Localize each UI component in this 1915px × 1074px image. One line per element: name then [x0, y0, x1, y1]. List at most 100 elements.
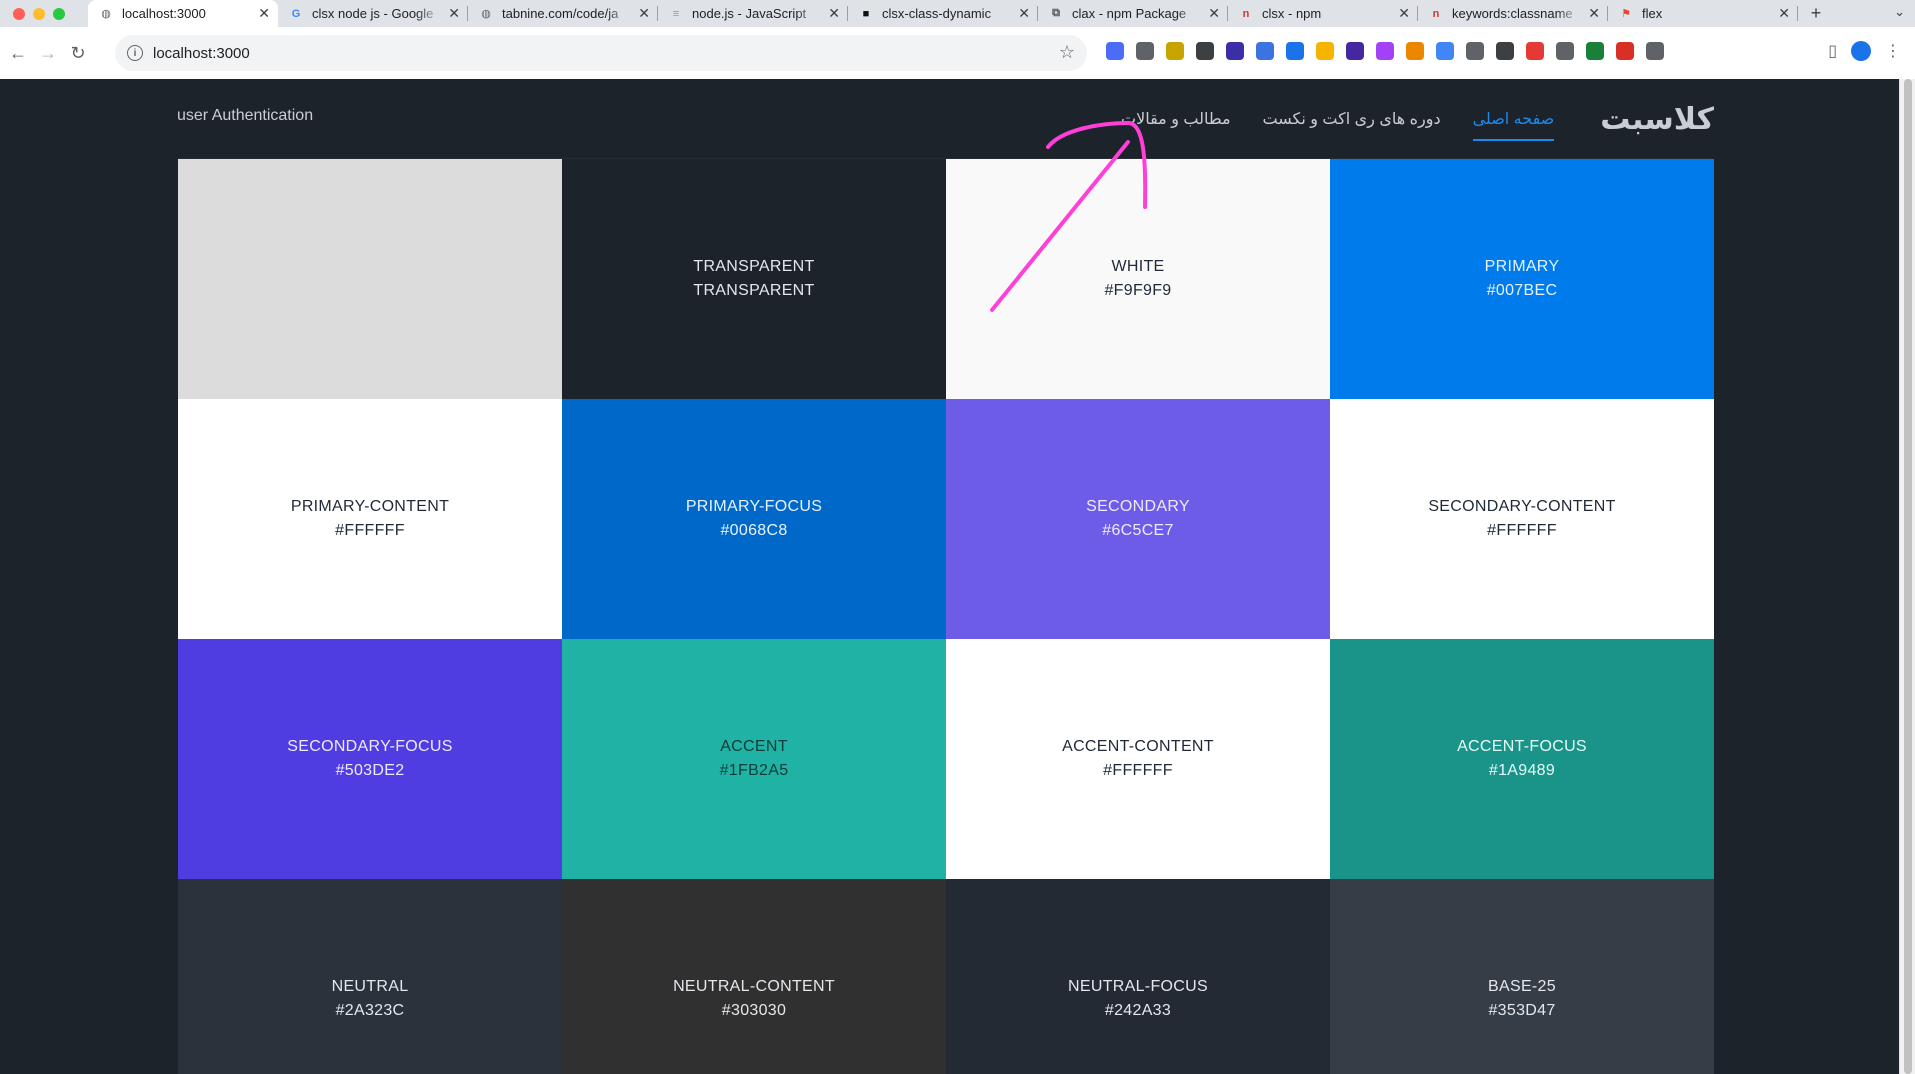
browser-tab[interactable]: n keywords:classname ✕: [1418, 0, 1608, 27]
stackoverflow-icon: ≡: [672, 7, 680, 20]
color-swatch: ACCENT #1FB2A5: [562, 639, 946, 879]
color-swatch: NEUTRAL-CONTENT #303030: [562, 879, 946, 1074]
browser-tab[interactable]: n clsx - npm ✕: [1228, 0, 1418, 27]
browser-tab[interactable]: ≡ node.js - JavaScript ✕: [658, 0, 848, 27]
user-authentication-link[interactable]: user Authentication: [177, 107, 313, 125]
site-logo[interactable]: کلاسبت: [1600, 102, 1715, 137]
extension-icon[interactable]: [1136, 42, 1154, 60]
extension-icon[interactable]: [1526, 42, 1544, 60]
color-swatch: NEUTRAL #2A323C: [178, 879, 562, 1074]
browser-toolbar: ← → ↻ i localhost:3000 ☆ ▯ ⋮: [0, 27, 1915, 79]
color-swatch: WHITE #F9F9F9: [946, 159, 1330, 399]
tab-close-icon[interactable]: ✕: [1208, 5, 1220, 22]
tab-close-icon[interactable]: ✕: [1778, 5, 1790, 22]
browser-tab[interactable]: ■ clsx-class-dynamic ✕: [848, 0, 1038, 27]
reload-icon[interactable]: ↻: [64, 39, 92, 67]
browser-tab[interactable]: ⧉ clax - npm Package ✕: [1038, 0, 1228, 27]
color-swatch: BASE-25 #353D47: [1330, 879, 1714, 1074]
site-info-icon[interactable]: i: [127, 45, 143, 61]
flag-icon: ⚑: [1621, 8, 1631, 20]
color-swatch: SECONDARY-CONTENT #FFFFFF: [1330, 399, 1714, 639]
extension-icon[interactable]: [1346, 42, 1364, 60]
swatch-hex: #503DE2: [335, 762, 405, 779]
scrollbar-thumb[interactable]: [1904, 79, 1912, 1074]
address-bar[interactable]: i localhost:3000 ☆: [115, 35, 1087, 71]
tab-title: tabnine.com/code/ja: [502, 6, 619, 21]
extension-icon[interactable]: [1286, 42, 1304, 60]
browser-tab-strip: ◍ localhost:3000 ✕ Gclsx node js - Google ✕ ◍…: [0, 0, 1915, 27]
extension-icon[interactable]: [1316, 42, 1334, 60]
color-swatch: PRIMARY-CONTENT #FFFFFF: [178, 399, 562, 639]
forward-arrow-icon[interactable]: →: [34, 39, 62, 67]
swatch-name: NEUTRAL-CONTENT: [673, 978, 835, 995]
site-header: user Authentication کلاسبت صفحه اصلی دور…: [177, 79, 1715, 159]
tab-close-icon[interactable]: ✕: [828, 5, 840, 22]
swatch-name: NEUTRAL-FOCUS: [1068, 978, 1208, 995]
swatch-hex: #353D47: [1488, 1002, 1556, 1019]
tab-close-icon[interactable]: ✕: [1018, 5, 1030, 22]
page-viewport: user Authentication کلاسبت صفحه اصلی دور…: [0, 79, 1899, 1074]
extension-icon[interactable]: [1196, 42, 1214, 60]
new-tab-button[interactable]: +: [1798, 0, 1834, 27]
npm-icon: n: [1432, 7, 1440, 20]
swatch-hex: #FFFFFF: [1487, 522, 1557, 539]
browser-tab[interactable]: Gclsx node js - Google ✕: [278, 0, 468, 27]
minimize-window-button[interactable]: [33, 7, 45, 20]
tab-close-icon[interactable]: ✕: [258, 5, 270, 22]
browser-tab[interactable]: ◍ tabnine.com/code/ja ✕: [468, 0, 658, 27]
bookmark-star-icon[interactable]: ☆: [1059, 42, 1075, 63]
extension-icon[interactable]: [1556, 42, 1574, 60]
swatch-hex: #0068C8: [720, 522, 788, 539]
close-window-button[interactable]: [13, 7, 25, 20]
color-swatch: SECONDARY-FOCUS #503DE2: [178, 639, 562, 879]
extension-icon[interactable]: [1646, 42, 1664, 60]
tab-title: flex: [1642, 6, 1663, 21]
extension-icon[interactable]: [1496, 42, 1514, 60]
extension-icon[interactable]: [1436, 42, 1454, 60]
swatch-hex: #303030: [721, 1002, 787, 1019]
profile-avatar[interactable]: [1851, 41, 1871, 61]
swatch-name: ACCENT-FOCUS: [1457, 738, 1587, 755]
menu-kebab-icon[interactable]: ⋮: [1885, 41, 1901, 61]
swatch-hex: #2A323C: [335, 1002, 405, 1019]
back-arrow-icon[interactable]: ←: [4, 39, 32, 67]
browser-tab[interactable]: ◍ localhost:3000 ✕: [88, 0, 278, 27]
extension-icon[interactable]: [1466, 42, 1484, 60]
color-swatch: SECONDARY #6C5CE7: [946, 399, 1330, 639]
extension-icon[interactable]: [1166, 42, 1184, 60]
swatch-name: ACCENT-CONTENT: [1062, 738, 1214, 755]
tab-title: clsx - npm: [1262, 6, 1322, 21]
address-text: localhost:3000: [153, 44, 250, 62]
side-panel-icon[interactable]: ▯: [1828, 41, 1837, 61]
extension-icon[interactable]: [1106, 42, 1124, 60]
extension-icon[interactable]: [1376, 42, 1394, 60]
nav-articles[interactable]: مطالب و مقالات: [1121, 79, 1231, 159]
extension-icon[interactable]: [1256, 42, 1274, 60]
extension-icon[interactable]: [1586, 42, 1604, 60]
square-icon: ■: [862, 7, 870, 20]
tab-title: clsx node js - Google: [312, 6, 434, 21]
tab-close-icon[interactable]: ✕: [448, 5, 460, 22]
swatch-hex: TRANSPARENT: [693, 282, 815, 299]
swatch-hex: #FFFFFF: [335, 522, 405, 539]
tab-close-icon[interactable]: ✕: [1588, 5, 1600, 22]
tab-close-icon[interactable]: ✕: [638, 5, 650, 22]
extension-icon[interactable]: [1226, 42, 1244, 60]
color-swatch-grid: TRANSPARENT TRANSPARENT WHITE #F9F9F9 PRIMAR…: [178, 159, 1714, 1074]
page-scrollbar[interactable]: [1899, 79, 1915, 1074]
tab-close-icon[interactable]: ✕: [1398, 5, 1410, 22]
browser-tab[interactable]: ⚑ flex ✕: [1608, 0, 1798, 27]
extension-icon[interactable]: [1616, 42, 1634, 60]
extensions-bar: [1106, 42, 1664, 60]
nav-home[interactable]: صفحه اصلی: [1472, 79, 1554, 159]
extension-icon[interactable]: [1406, 42, 1424, 60]
swatch-name: WHITE: [1111, 258, 1165, 275]
package-icon: ⧉: [1052, 7, 1060, 19]
color-swatch: NEUTRAL-FOCUS #242A33: [946, 879, 1330, 1074]
tab-search-chevron-icon[interactable]: ⌄: [1894, 4, 1905, 20]
swatch-hex: #1A9489: [1488, 762, 1556, 779]
swatch-hex: #007BEC: [1486, 282, 1558, 299]
swatch-name: SECONDARY-CONTENT: [1428, 498, 1616, 515]
maximize-window-button[interactable]: [53, 7, 65, 20]
nav-courses[interactable]: دوره های ری اکت و نکست: [1263, 79, 1441, 159]
